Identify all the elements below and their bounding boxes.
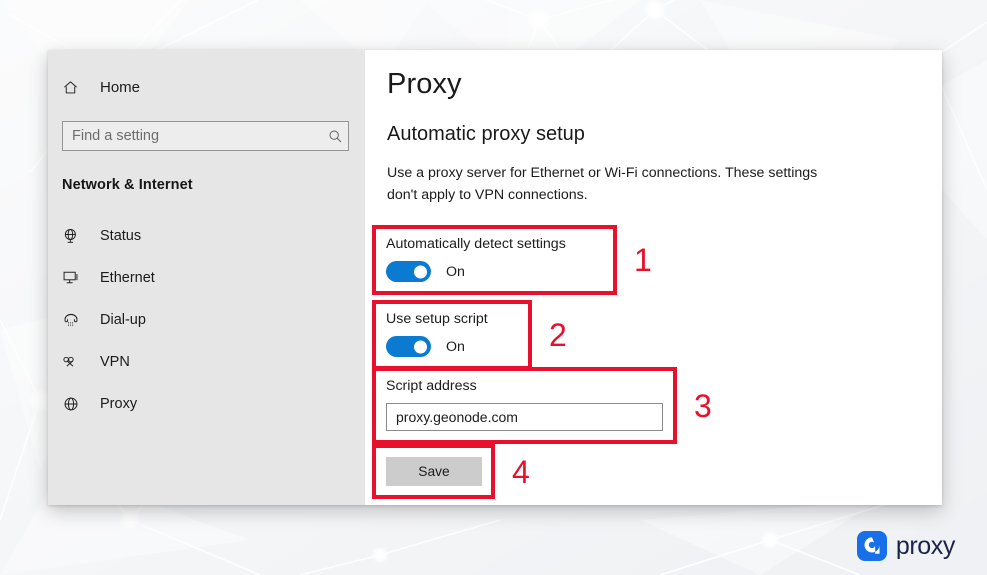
- settings-window: Home Network & Internet: [48, 50, 942, 505]
- ethernet-icon: [62, 269, 92, 287]
- dialup-icon: [62, 311, 92, 329]
- use-setup-script-label: Use setup script: [386, 311, 488, 327]
- sidebar-item-ethernet-label: Ethernet: [100, 270, 155, 286]
- use-setup-script-toggle[interactable]: [386, 336, 431, 357]
- search-box[interactable]: [62, 121, 349, 151]
- annotated-group-use-setup-script: Use setup script On 2: [372, 300, 567, 370]
- annotation-number-4: 4: [512, 453, 530, 490]
- auto-detect-label: Automatically detect settings: [386, 236, 566, 252]
- toggle-knob: [414, 340, 427, 353]
- proxy-logo-icon: [856, 531, 887, 561]
- sidebar-item-vpn[interactable]: VPN: [48, 341, 365, 383]
- highlight-box-1: Automatically detect settings On: [372, 225, 617, 295]
- annotated-group-save: Save 4: [372, 444, 530, 499]
- sidebar: Home Network & Internet: [48, 50, 365, 505]
- search-icon[interactable]: [322, 129, 348, 144]
- toggle-knob: [414, 265, 427, 278]
- script-address-label: Script address: [386, 378, 477, 394]
- section-title: Automatic proxy setup: [387, 123, 585, 145]
- auto-detect-toggle[interactable]: [386, 261, 431, 282]
- highlight-box-4: Save: [372, 444, 495, 499]
- highlight-box-3: Script address: [372, 367, 677, 444]
- auto-detect-state: On: [446, 263, 465, 280]
- use-setup-script-toggle-row: On: [386, 336, 518, 357]
- sidebar-item-home-label: Home: [100, 78, 141, 96]
- annotation-number-3: 3: [694, 387, 712, 424]
- highlight-box-2: Use setup script On: [372, 300, 532, 370]
- globe-status-icon: [62, 227, 92, 245]
- script-address-input[interactable]: [386, 403, 663, 431]
- brand-logo: proxy: [856, 531, 956, 561]
- main-content: Proxy Automatic proxy setup Use a proxy …: [365, 50, 942, 505]
- search-input[interactable]: [63, 127, 322, 145]
- sidebar-item-vpn-label: VPN: [100, 354, 130, 370]
- section-description: Use a proxy server for Ethernet or Wi-Fi…: [387, 165, 818, 203]
- sidebar-item-dialup-label: Dial-up: [100, 312, 146, 328]
- annotation-number-1: 1: [634, 242, 652, 278]
- brand-wordmark: proxy: [895, 531, 956, 560]
- save-button[interactable]: Save: [386, 457, 482, 486]
- vpn-icon: [62, 353, 92, 371]
- annotation-number-2: 2: [549, 317, 567, 353]
- globe-icon: [62, 395, 92, 413]
- sidebar-item-status-label: Status: [100, 228, 142, 244]
- use-setup-script-state: On: [446, 338, 465, 355]
- auto-detect-toggle-row: On: [386, 261, 603, 282]
- home-icon: [62, 79, 92, 96]
- sidebar-item-dialup[interactable]: Dial-up: [48, 299, 365, 341]
- annotated-group-script-address: Script address 3: [372, 367, 712, 444]
- sidebar-heading: Network & Internet: [62, 177, 193, 193]
- sidebar-item-status[interactable]: Status: [48, 215, 365, 257]
- sidebar-item-proxy-label: Proxy: [100, 396, 138, 412]
- sidebar-item-ethernet[interactable]: Ethernet: [48, 257, 365, 299]
- sidebar-item-proxy[interactable]: Proxy: [48, 383, 365, 425]
- annotated-group-auto-detect: Automatically detect settings On 1: [372, 225, 652, 295]
- sidebar-item-home[interactable]: Home: [48, 70, 365, 104]
- sidebar-nav-list: Status Ethernet Dial-up VPN Proxy: [48, 215, 365, 425]
- page-title: Proxy: [387, 68, 462, 100]
